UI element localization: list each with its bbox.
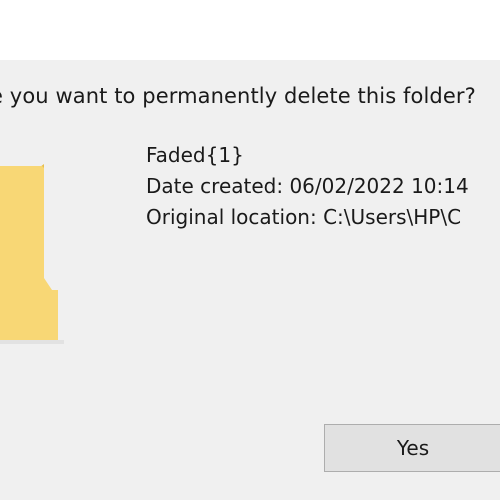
item-date-created: Date created: 06/02/2022 10:14 — [146, 174, 469, 198]
dialog-content: e you want to permanently delete this fo… — [0, 60, 500, 500]
yes-button-label: Yes — [396, 436, 430, 460]
dialog-titlebar — [0, 0, 500, 60]
item-original-location: Original location: C:\Users\HP\C — [146, 205, 462, 229]
yes-button[interactable]: Yes — [324, 424, 500, 472]
item-name: Faded{1} — [146, 143, 244, 167]
item-details: Faded{1} Date created: 06/02/2022 10:14 … — [146, 140, 469, 233]
folder-icon — [0, 160, 70, 354]
delete-folder-dialog: e you want to permanently delete this fo… — [0, 0, 500, 500]
confirmation-question: e you want to permanently delete this fo… — [0, 84, 476, 108]
